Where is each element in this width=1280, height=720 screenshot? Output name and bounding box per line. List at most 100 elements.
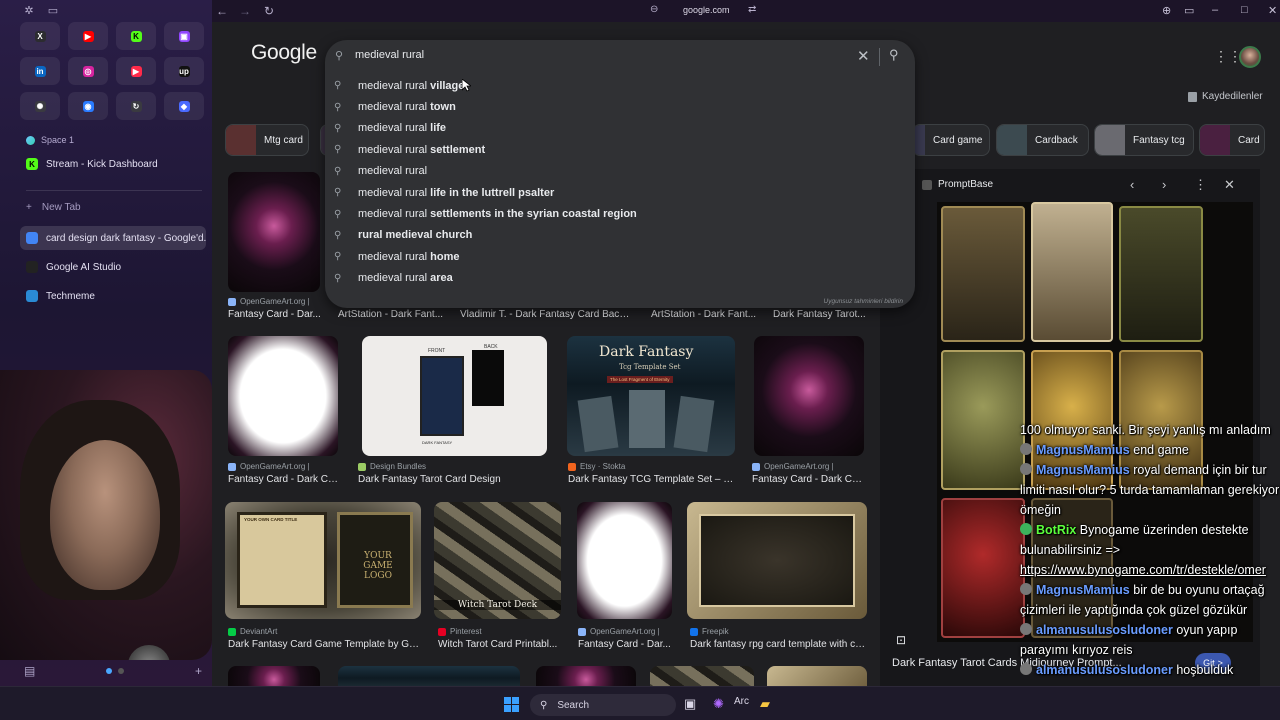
pinned-instagram[interactable]: ◎ — [68, 57, 108, 85]
sidebar-tab-kick-dashboard[interactable]: K Stream - Kick Dashboard — [20, 152, 206, 176]
pinned-youtube-studio[interactable]: ▶ — [116, 57, 156, 85]
suggestion-item[interactable]: ⚲ medieval rural town — [325, 96, 915, 117]
reload-icon[interactable]: ↻ — [264, 4, 274, 18]
site-info-icon[interactable]: ⊖ — [650, 4, 658, 15]
chat-username: MagnusMamius — [1036, 443, 1130, 457]
sidebar-tab[interactable]: Techmeme — [20, 284, 206, 308]
result-title[interactable]: Fantasy Card - Dark Co... — [228, 474, 340, 485]
google-logo[interactable]: Google — [251, 41, 317, 65]
result-image[interactable] — [754, 336, 864, 456]
suggestion-item[interactable]: ⚲ medieval rural settlement — [325, 139, 915, 160]
close-window-icon[interactable]: ✕ — [1268, 4, 1277, 17]
previous-icon[interactable]: ‹ — [1130, 177, 1134, 192]
clear-search-icon[interactable]: ✕ — [857, 47, 870, 65]
arc-icon[interactable]: ✺ — [713, 696, 724, 712]
new-tab-button[interactable]: + New Tab — [26, 202, 81, 213]
pinned-x[interactable]: X — [20, 22, 60, 50]
result-image[interactable]: FRONT BACK DARK FANTASY — [362, 336, 547, 456]
suggestion-item[interactable]: ⚲ medieval rural area — [325, 268, 915, 289]
result-image[interactable] — [228, 172, 320, 292]
chip-fantasy-tcg[interactable]: Fantasy tcg — [1094, 124, 1194, 156]
result-image[interactable] — [536, 666, 636, 686]
suggestion-item[interactable]: ⚲ medieval rural life in the luttrell psa… — [325, 182, 915, 203]
archive-icon[interactable]: ▤ — [24, 664, 35, 678]
result-image[interactable]: YOUR OWN CARD TITLE YOUR GAME LOGO — [225, 502, 421, 619]
panel-site[interactable]: PromptBase — [922, 179, 993, 190]
chip-card-game[interactable]: Card game — [912, 124, 990, 156]
result-title[interactable]: Dark fantasy rpg card template with ce..… — [690, 639, 866, 650]
windows-start-icon[interactable] — [504, 697, 519, 712]
space-switcher[interactable] — [106, 668, 125, 674]
chip-mtg-card[interactable]: Mtg card — [225, 124, 309, 156]
more-options-icon[interactable]: ⋮ — [1194, 177, 1207, 193]
result-image[interactable] — [577, 502, 672, 619]
result-image[interactable] — [767, 666, 867, 686]
suggestion-item[interactable]: ⚲ medieval rural life — [325, 118, 915, 139]
result-image[interactable] — [338, 666, 520, 686]
task-view-icon[interactable]: ▣ — [684, 696, 696, 712]
forward-arrow-icon[interactable]: → — [239, 4, 251, 18]
result-image[interactable] — [228, 666, 320, 686]
suggestion-item[interactable]: ⚲ rural medieval church — [325, 225, 915, 246]
result-title[interactable]: Dark Fantasy Tarot Card Design — [358, 474, 548, 485]
sidebar-toggle-icon[interactable]: ▭ — [46, 4, 60, 18]
result-image[interactable] — [650, 666, 754, 686]
sidebar-tab[interactable]: card design dark fantasy - Google'd... — [20, 226, 206, 250]
suggestion-item[interactable]: ⚲ medieval rural — [325, 161, 915, 182]
file-explorer-icon[interactable]: ▰ — [760, 696, 770, 712]
source-label: Freepik — [702, 627, 729, 636]
result-image[interactable]: Dark Fantasy Tcg Template Set The Lost F… — [567, 336, 735, 456]
result-title[interactable]: Dark Fantasy Tarot... — [773, 309, 868, 320]
result-title[interactable]: Witch Tarot Card Printabl... — [438, 639, 560, 650]
result-title[interactable]: Dark Fantasy TCG Template Set – 8... — [568, 474, 734, 485]
result-image[interactable]: Witch Tarot Deck — [434, 502, 561, 619]
pinned-linkedin[interactable]: in — [20, 57, 60, 85]
art-card-title: YOUR OWN CARD TITLE — [244, 517, 298, 522]
chat-link[interactable]: https://www.bynogame.com/tr/destekle/ome… — [1020, 563, 1266, 577]
pinned-sync[interactable]: ↻ — [116, 92, 156, 120]
lens-icon[interactable]: ⊡ — [896, 633, 906, 647]
result-title[interactable]: ArtStation - Dark Fant... — [338, 309, 444, 320]
split-view-icon[interactable]: ⇄ — [748, 4, 756, 15]
result-image[interactable] — [228, 336, 338, 456]
result-title[interactable]: ArtStation - Dark Fant... — [651, 309, 757, 320]
result-image[interactable] — [687, 502, 867, 619]
back-arrow-icon[interactable]: ← — [216, 4, 228, 18]
suggestion-item[interactable]: ⚲ medieval rural settlements in the syria… — [325, 203, 915, 224]
chip-card[interactable]: Card — [1199, 124, 1265, 156]
add-space-icon[interactable]: + — [195, 664, 202, 678]
avatar[interactable] — [1239, 46, 1261, 68]
next-icon[interactable]: › — [1162, 177, 1166, 192]
space-label[interactable]: Space 1 — [26, 135, 74, 145]
pinned-youtube[interactable]: ▶ — [68, 22, 108, 50]
search-submit-icon[interactable]: ⚲ — [889, 47, 899, 63]
suggestion-item[interactable]: ⚲ medieval rural village — [325, 75, 915, 96]
maximize-icon[interactable]: □ — [1241, 4, 1248, 16]
result-title[interactable]: Vladimir T. - Dark Fantasy Card Back ... — [460, 309, 634, 320]
sidebar-panel-icon[interactable]: ▭ — [1184, 4, 1194, 17]
result-title[interactable]: Fantasy Card - Dar... — [228, 309, 324, 320]
pinned-gemini[interactable]: ◆ — [164, 92, 204, 120]
pinned-twitch[interactable]: ▣ — [164, 22, 204, 50]
chip-cardback[interactable]: Cardback — [996, 124, 1089, 156]
pinned-upwork[interactable]: up — [164, 57, 204, 85]
pinned-messenger[interactable]: ◉ — [68, 92, 108, 120]
sidebar-tab[interactable]: Google AI Studio — [20, 255, 206, 279]
url-bar[interactable]: google.com — [683, 5, 730, 15]
globe-icon[interactable]: ⊕ — [1162, 4, 1171, 17]
suggestion-item[interactable]: ⚲ medieval rural home — [325, 246, 915, 267]
taskbar-search[interactable]: ⚲ Search — [530, 694, 676, 716]
chat-text: end game — [1129, 443, 1189, 457]
result-title[interactable]: Fantasy Card - Dar... — [578, 639, 672, 650]
pinned-openai[interactable]: ✺ — [20, 92, 60, 120]
result-title[interactable]: Dark Fantasy Card Game Template by Ga... — [228, 639, 420, 650]
close-icon[interactable]: ✕ — [1224, 177, 1235, 193]
arc-taskbar-label[interactable]: Arc — [734, 696, 749, 707]
arc-menu-icon[interactable]: ✲ — [22, 4, 36, 18]
search-input[interactable]: medieval rural — [355, 49, 424, 61]
saved-button[interactable]: Kaydedilenler — [1188, 91, 1263, 102]
pinned-kick[interactable]: K — [116, 22, 156, 50]
result-title[interactable]: Fantasy Card - Dark Co... — [752, 474, 864, 485]
minimize-icon[interactable]: – — [1212, 4, 1218, 16]
report-predictions-link[interactable]: Uygunsuz tahminleri bildirin — [824, 298, 903, 305]
